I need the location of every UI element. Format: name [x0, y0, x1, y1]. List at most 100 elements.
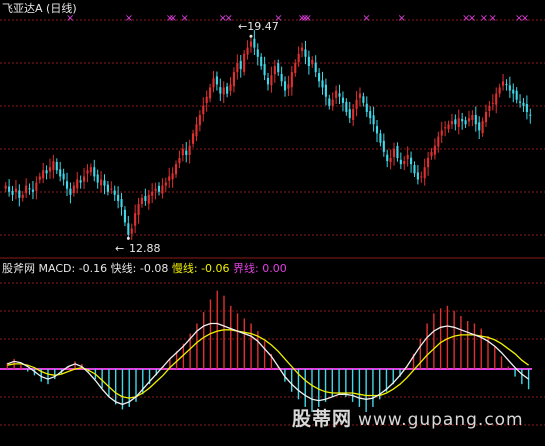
- candle-body: [311, 59, 314, 65]
- candle-body: [100, 179, 103, 186]
- candle-body: [86, 170, 89, 174]
- candle-body: [297, 53, 300, 63]
- slow-line-value: -0.06: [201, 262, 230, 275]
- candle-body: [318, 73, 321, 82]
- macd-label: MACD:: [38, 262, 76, 275]
- fast-line-label: 快线:: [110, 262, 137, 275]
- candle-body: [266, 77, 270, 85]
- candle-body: [423, 167, 426, 179]
- candle-body: [147, 194, 150, 204]
- candle-body: [82, 176, 86, 182]
- macd-value: -0.16: [78, 262, 108, 275]
- signal-marker: ×: [362, 13, 370, 24]
- candle-body: [168, 176, 171, 181]
- candle-body: [127, 223, 130, 235]
- candle-body: [508, 85, 511, 91]
- candle-body: [481, 121, 484, 134]
- candle-body: [454, 119, 457, 125]
- low-price-value: 12.88: [129, 242, 161, 255]
- candle-body: [120, 199, 123, 208]
- candle-body: [113, 190, 116, 195]
- watermark-text: 股蒂网: [292, 408, 353, 430]
- candle-body: [178, 158, 181, 164]
- candle-body: [365, 103, 368, 112]
- signal-marker: ×: [224, 13, 232, 24]
- candle-body: [392, 148, 396, 158]
- candle-body: [18, 190, 21, 198]
- signal-marker: ×: [180, 13, 188, 24]
- candle-body: [31, 189, 35, 192]
- candle-body: [28, 188, 31, 190]
- indicator-readout: 股斧网 MACD: -0.16 快线: -0.08 慢线: -0.06 界线: …: [2, 262, 287, 275]
- signal-marker: ×: [304, 13, 312, 24]
- candle-body: [103, 180, 106, 186]
- candle-body: [416, 172, 419, 180]
- low-annotation-point: [126, 236, 130, 240]
- candle-body: [294, 62, 297, 74]
- candle-body: [396, 146, 399, 158]
- fast-line-value: -0.08: [139, 262, 169, 275]
- candle-body: [232, 72, 235, 87]
- candle-body: [525, 104, 528, 112]
- indicator-name: 股斧网: [2, 262, 35, 275]
- candle-body: [212, 78, 215, 88]
- candle-body: [273, 66, 276, 75]
- candle-body: [270, 75, 273, 86]
- candle-body: [174, 164, 178, 175]
- candle-body: [192, 133, 195, 144]
- candle-body: [307, 56, 310, 66]
- candle-body: [52, 161, 55, 170]
- candle-body: [38, 176, 41, 180]
- candle-body: [195, 124, 198, 137]
- candle-body: [505, 84, 508, 86]
- candle-body: [355, 99, 358, 109]
- candle-body: [372, 115, 375, 125]
- candle-body: [76, 179, 79, 189]
- candle-body: [25, 185, 28, 193]
- arrow-left-icon: ←: [115, 242, 125, 255]
- candle-body: [35, 182, 38, 191]
- signal-marker: ×: [398, 13, 406, 24]
- watermark: 股蒂网 www.gupang.com: [292, 404, 524, 431]
- signal-marker: ×: [480, 13, 488, 24]
- candle-body: [324, 84, 327, 97]
- candle-body: [341, 97, 344, 103]
- candle-body: [205, 96, 208, 104]
- candle-body: [444, 127, 447, 129]
- candle-body: [331, 99, 334, 106]
- candle-body: [79, 180, 82, 183]
- candle-body: [437, 136, 440, 147]
- candle-body: [246, 47, 249, 55]
- candle-body: [406, 154, 409, 160]
- candle-body: [236, 62, 239, 73]
- chart-canvas[interactable]: × × ×× × ×× × ××× × × ×× × × ××: [0, 0, 545, 446]
- candle-body: [491, 102, 494, 104]
- candle-body: [471, 115, 474, 120]
- candle-body: [45, 170, 48, 174]
- signal-marker: ×: [521, 13, 529, 24]
- candle-body: [287, 84, 290, 89]
- candle-body: [185, 150, 188, 155]
- candle-body: [389, 158, 392, 162]
- candle-body: [304, 49, 307, 57]
- candle-body: [369, 111, 372, 119]
- candle-body: [488, 105, 491, 112]
- candle-body: [450, 121, 454, 125]
- candle-body: [171, 173, 174, 180]
- candle-body: [157, 185, 161, 192]
- candle-body: [522, 102, 525, 106]
- candle-body: [379, 133, 382, 143]
- candle-body: [314, 62, 317, 73]
- candle-body: [495, 93, 498, 105]
- high-annotation-point: [249, 34, 253, 38]
- candle-body: [498, 87, 501, 94]
- candle-body: [222, 87, 225, 95]
- candle-body: [226, 86, 229, 94]
- candle-body: [413, 165, 416, 174]
- candle-body: [202, 105, 205, 115]
- stock-title: 飞亚达A (日线): [2, 2, 77, 15]
- candle-body: [161, 185, 164, 194]
- candle-body: [345, 101, 348, 112]
- candle-body: [21, 194, 24, 198]
- candle-body: [301, 47, 304, 51]
